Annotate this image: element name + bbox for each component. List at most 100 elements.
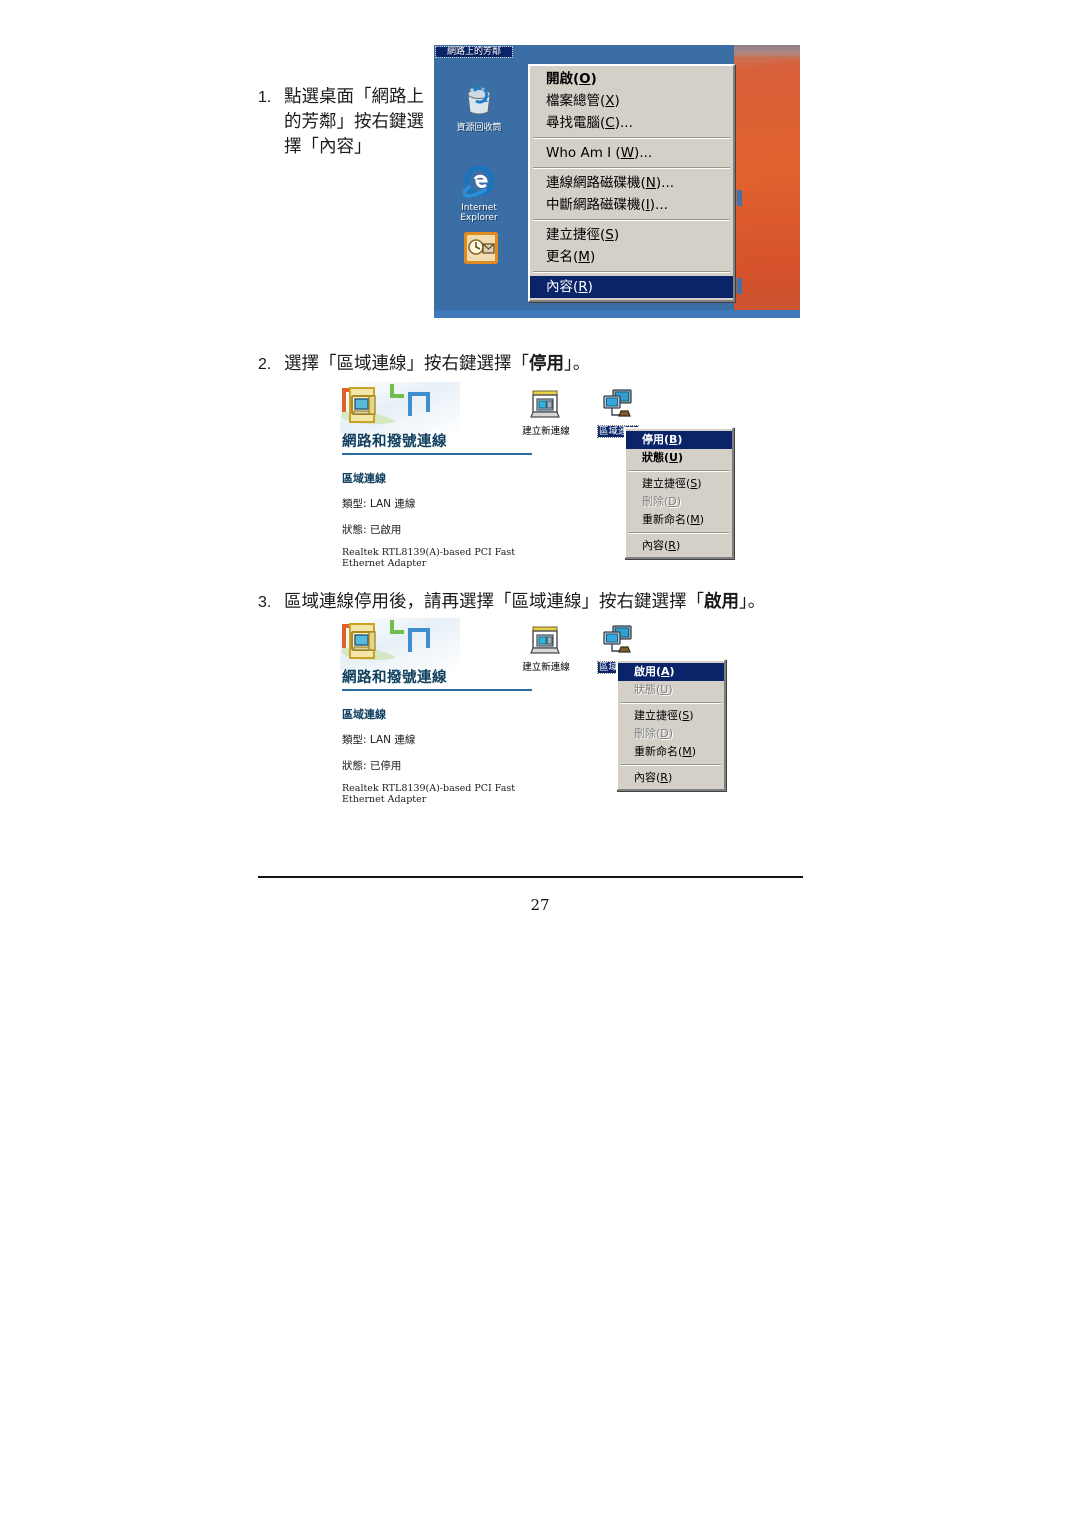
menu-item[interactable]: Who Am I (W)... (530, 142, 733, 164)
menu-item[interactable]: 內容(R) (530, 276, 733, 298)
menu-item-label: Who Am I (546, 145, 616, 161)
menu-item-accelerator: (D) (656, 727, 674, 740)
menu-item-accelerator: (R) (664, 539, 681, 552)
menu-item-label: 開啟 (546, 71, 573, 87)
menu-item-accelerator: (O) (573, 71, 597, 87)
step-2-number: 2. (258, 356, 272, 373)
menu-item-accelerator: (S) (600, 227, 620, 243)
connection-icon-make-new-connection-label: 建立新連線 (522, 426, 570, 437)
menu-item-label: 尋找電腦 (546, 115, 600, 131)
menu-item[interactable]: 重新命名(M) (626, 511, 732, 529)
menu-item[interactable]: 更名(M) (530, 246, 733, 268)
menu-item-accelerator: (B) (664, 433, 683, 446)
step-1-text: 點選桌面「網路上的芳鄰」按右鍵選擇「內容」 (284, 87, 424, 157)
detail-adapter-line-1: Realtek RTL8139(A)-based PCI Fast (342, 547, 516, 558)
network-window-title: 網路和撥號連線 (342, 670, 447, 686)
menu-item[interactable]: 啟用(A) (618, 663, 724, 681)
step-1: 1. 點選桌面「網路上的芳鄰」按右鍵選擇「內容」 (258, 85, 436, 160)
detail-status: 狀態: 已停用 (342, 760, 402, 772)
step-3-emphasis: 啟用 (704, 592, 739, 612)
desktop-context-menu[interactable]: 開啟(O) 檔案總管(X) 尋找電腦(C)... Who Am I (W)... 連線網… (528, 64, 735, 302)
menu-item[interactable]: 狀態(U) (626, 449, 732, 467)
menu-separator (621, 702, 721, 704)
connection-icon-make-new-connection[interactable]: 建立新連線 (508, 626, 584, 674)
menu-item[interactable]: 開啟(O) (530, 68, 733, 90)
desktop-icon-outlook-express[interactable] (444, 232, 518, 268)
connection-context-menu[interactable]: 啟用(A) 狀態(U) 建立捷徑(S) 刪除(D) 重新命名(M) 內容(R) (616, 659, 726, 791)
step-3-text: 區域連線停用後，請再選擇「區域連線」按右鍵選擇「啟用」。 (284, 590, 803, 615)
title-underline (342, 689, 532, 691)
step-1-number: 1. (258, 89, 272, 106)
page-number: 27 (0, 896, 1080, 914)
network-window-title: 網路和撥號連線 (342, 434, 447, 450)
menu-item[interactable]: 內容(R) (626, 537, 732, 555)
menu-item[interactable]: 中斷網路磁碟機(I)... (530, 194, 733, 216)
menu-item-accelerator: (A) (656, 665, 675, 678)
step-2-prefix: 選擇「區域連線」按右鍵選擇「 (284, 354, 529, 374)
taskbar (434, 310, 800, 318)
recycle-bin-icon (442, 85, 516, 122)
screenshot-network-connections-disable: 網路和撥號連線 區域連線 類型: LAN 連線 狀態: 已啟用 Realtek … (330, 378, 740, 583)
desktop-icon-internet-explorer[interactable]: Internet Explorer (442, 165, 516, 223)
menu-item-accelerator: (C) (600, 115, 620, 131)
desktop-icon-recycle-bin-label: 資源回收筒 (456, 123, 502, 133)
menu-item[interactable]: 刪除(D) (626, 493, 732, 511)
menu-item[interactable]: 內容(R) (618, 769, 724, 787)
menu-item-label: 建立捷徑 (642, 477, 686, 490)
connection-icon-make-new-connection-label: 建立新連線 (522, 662, 570, 673)
menu-item[interactable]: 建立捷徑(S) (626, 475, 732, 493)
detail-connection-name: 區域連線 (342, 708, 386, 721)
menu-separator (621, 764, 721, 766)
detail-adapter-line-1: Realtek RTL8139(A)-based PCI Fast (342, 783, 516, 794)
make-new-connection-icon (508, 390, 584, 424)
detail-type: 類型: LAN 連線 (342, 734, 416, 746)
screenshot-network-connections-enable: 網路和撥號連線 區域連線 類型: LAN 連線 狀態: 已停用 Realtek … (330, 614, 740, 819)
wallpaper-top-fade (734, 45, 800, 59)
screenshot-desktop-context-menu: 網路上的芳鄰 資源回收筒 Internet Explorer 開啟(O) 檔案總… (434, 45, 800, 318)
document-page: 1. 點選桌面「網路上的芳鄰」按右鍵選擇「內容」 網路上的芳鄰 資源回收筒 In… (0, 0, 1080, 1528)
menu-item-label: 內容 (642, 539, 664, 552)
menu-item[interactable]: 刪除(D) (618, 725, 724, 743)
menu-item-accelerator: (W) (615, 145, 640, 161)
local-area-connection-icon (580, 388, 656, 424)
menu-item[interactable]: 建立捷徑(S) (618, 707, 724, 725)
step-2-text: 選擇「區域連線」按右鍵選擇「停用」。 (284, 352, 798, 377)
menu-item[interactable]: 狀態(U) (618, 681, 724, 699)
connection-context-menu[interactable]: 停用(B) 狀態(U) 建立捷徑(S) 刪除(D) 重新命名(M) 內容(R) (624, 427, 734, 559)
menu-item-accelerator: (M) (686, 513, 705, 526)
menu-item-label: 內容 (546, 279, 573, 295)
menu-item-label: 內容 (634, 771, 656, 784)
detail-connection-name: 區域連線 (342, 472, 386, 485)
connection-icon-make-new-connection[interactable]: 建立新連線 (508, 390, 584, 438)
menu-separator (629, 532, 729, 534)
menu-item-label: 重新命名 (642, 513, 686, 526)
wallpaper-accent-2 (737, 278, 742, 294)
menu-item-label: 連線網路磁碟機 (546, 175, 641, 191)
step-2-suffix: 」。 (564, 354, 591, 374)
detail-status: 狀態: 已啟用 (342, 524, 402, 536)
menu-item[interactable]: 連線網路磁碟機(N)... (530, 172, 733, 194)
desktop-icon-recycle-bin[interactable]: 資源回收筒 (442, 85, 516, 133)
detail-type: 類型: LAN 連線 (342, 498, 416, 510)
menu-item-label: 檔案總管 (546, 93, 600, 109)
desktop-icon-network-neighborhood[interactable]: 網路上的芳鄰 (435, 46, 513, 58)
menu-separator (533, 219, 730, 221)
menu-separator (533, 167, 730, 169)
menu-item[interactable]: 重新命名(M) (618, 743, 724, 761)
menu-item-accelerator: (I) (640, 197, 656, 213)
menu-item-ellipsis: ... (620, 115, 633, 131)
desktop-icon-network-neighborhood-label: 網路上的芳鄰 (435, 46, 513, 58)
wallpaper-orange-panel (734, 45, 800, 318)
menu-item[interactable]: 尋找電腦(C)... (530, 112, 733, 134)
menu-separator (533, 137, 730, 139)
step-3-number: 3. (258, 594, 272, 611)
menu-item-accelerator: (X) (600, 93, 620, 109)
menu-item[interactable]: 停用(B) (626, 431, 732, 449)
menu-item-label: 啟用 (634, 665, 656, 678)
menu-item-accelerator: (M) (678, 745, 697, 758)
menu-item-label: 重新命名 (634, 745, 678, 758)
menu-item[interactable]: 檔案總管(X) (530, 90, 733, 112)
menu-item-label: 刪除 (634, 727, 656, 740)
menu-item-accelerator: (U) (664, 451, 683, 464)
menu-item[interactable]: 建立捷徑(S) (530, 224, 733, 246)
